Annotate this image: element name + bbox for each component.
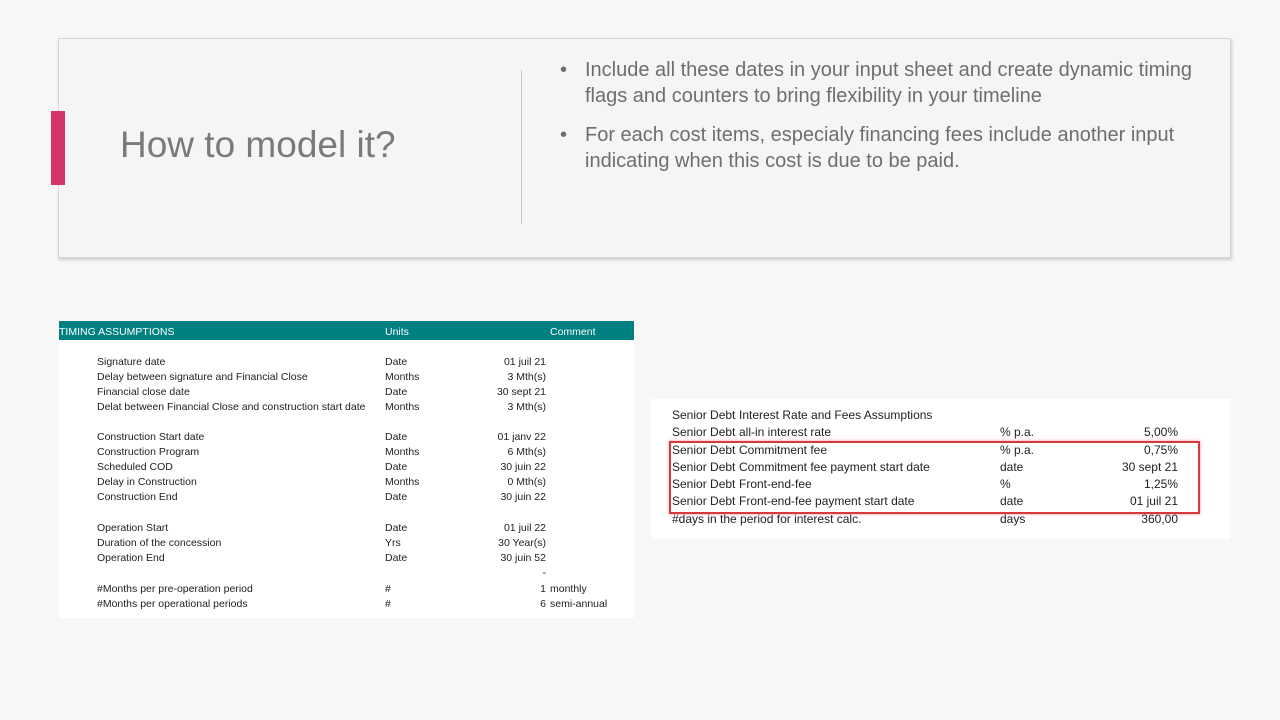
header-units: Units [385,326,409,338]
row-label: all-in interest rate [739,425,832,439]
row-value: 6 Mth(s) [507,446,546,458]
table-row: Delat between Financial Close and constr… [59,401,634,416]
row-value: 01 juil 21 [503,356,546,368]
row-unit: Date [385,552,408,564]
table-row: - [59,567,634,582]
header-title: TIMING ASSUMPTIONS [59,326,175,338]
table-row: Delay between signature and Financial Cl… [59,371,634,386]
row-value: 1 [540,583,546,595]
row-value: 30 juin 22 [500,491,546,503]
table-row: #Months per operational periods #6 semi-an… [59,598,634,613]
row-unit: Months [385,476,420,488]
row-unit: Date [385,356,408,368]
table-row: Senior Debt Interest Rate and Fees Assump… [651,408,1230,425]
row-label: Delat between Financial Close and constr… [97,401,366,413]
row-unit: Date [385,386,408,398]
row-label: Operation End [97,552,165,564]
row-unit: Yrs [385,537,401,549]
row-label: Signature date [97,356,166,368]
bullet-icon: • [560,124,568,146]
row-label: #Months per operational periods [97,598,248,610]
row-unit: Date [385,461,408,473]
row-label: Delay between signature and Financial Cl… [97,371,308,383]
row-unit: Date [385,522,408,534]
table-row: Scheduled COD Date 30 juin 22 [59,461,634,476]
row-value: 0 Mth(s) [507,476,546,488]
table-header: TIMING ASSUMPTIONS Units Comment [59,321,634,340]
row-value: 30 juin 52 [500,552,546,564]
row-label: Construction End [97,491,178,503]
bullet-text: For each cost items, especialy financing… [585,124,1175,172]
table-row: Delay in Construction Months 0 Mth(s) [59,476,634,491]
vertical-divider [521,70,522,224]
row-label: Financial close date [97,386,190,398]
row-unit: Months [385,401,420,413]
row-label: Interest Rate and Fees Assumptions [739,408,933,422]
row-unit: Date [385,431,408,443]
table-row: Operation End Date 30 juin 52 [59,552,634,567]
bullet-item: • Include all these dates in your input s… [560,58,1200,109]
bullet-item: • For each cost items, especialy financin… [560,123,1200,174]
row-unit: # [385,598,391,610]
row-unit: # [385,583,391,595]
row-unit: Months [385,446,420,458]
row-value: 01 juil 22 [503,522,546,534]
highlight-box [669,441,1200,514]
bullet-icon: • [560,59,568,81]
row-value: 30 sept 21 [496,386,546,398]
row-unit: % p.a. [1000,425,1035,439]
row-unit: Months [385,371,420,383]
table-row: Construction Start date Date 01 janv 22 [59,431,634,446]
accent-bar [51,111,65,185]
row-label: #Months per pre-operation period [97,583,253,595]
slide-title: How to model it? [120,124,396,165]
header-comment: Comment [550,326,596,338]
row-value: 3 Mth(s) [507,371,546,383]
row-value: 01 janv 22 [497,431,546,443]
row-label: Construction Start date [97,431,205,443]
row-category: #days in the period for interest calc. [672,512,862,526]
row-label: Duration of the concession [97,537,222,549]
row-label: Scheduled COD [97,461,173,473]
row-value: 30 Year(s) [498,537,546,549]
row-comment: semi-annual [550,598,608,610]
row-value: - [542,567,547,579]
table-row: Signature date Date 01 juil 21 [59,356,634,371]
row-category: Senior Debt [672,425,736,439]
row-comment: monthly [550,583,587,595]
table-row: #days in the period for interest calc. da… [651,512,1230,529]
table-row: #Months per pre-operation period #1 monthl… [59,583,634,598]
row-value: 6 [540,598,546,610]
row-unit: Date [385,491,408,503]
row-unit: days [1000,512,1026,526]
table-row: Financial close date Date 30 sept 21 [59,386,634,401]
row-label: Construction Program [97,446,200,458]
bullet-text: Include all these dates in your input sh… [585,59,1193,107]
bullet-list: • Include all these dates in your input s… [560,58,1200,188]
row-value: 30 juin 22 [500,461,546,473]
table-row: Construction Program Months 6 Mth(s) [59,446,634,461]
table-row: Senior Debt all-in interest rate % p.a. 5,0… [651,425,1230,442]
row-category: Senior Debt [672,408,736,422]
row-label: Operation Start [97,522,169,534]
row-value: 3 Mth(s) [507,401,546,413]
table-row: Duration of the concession Yrs 30 Year(s) [59,537,634,552]
table-row: Operation Start Date 01 juil 22 [59,522,634,537]
row-value: 360,00 [1141,512,1178,526]
table-row: Construction End Date 30 juin 22 [59,491,634,506]
row-value: 5,00% [1143,425,1178,439]
timing-assumptions-table: TIMING ASSUMPTIONS Units Comment Signatu… [59,321,634,618]
row-label: Delay in Construction [97,476,197,488]
